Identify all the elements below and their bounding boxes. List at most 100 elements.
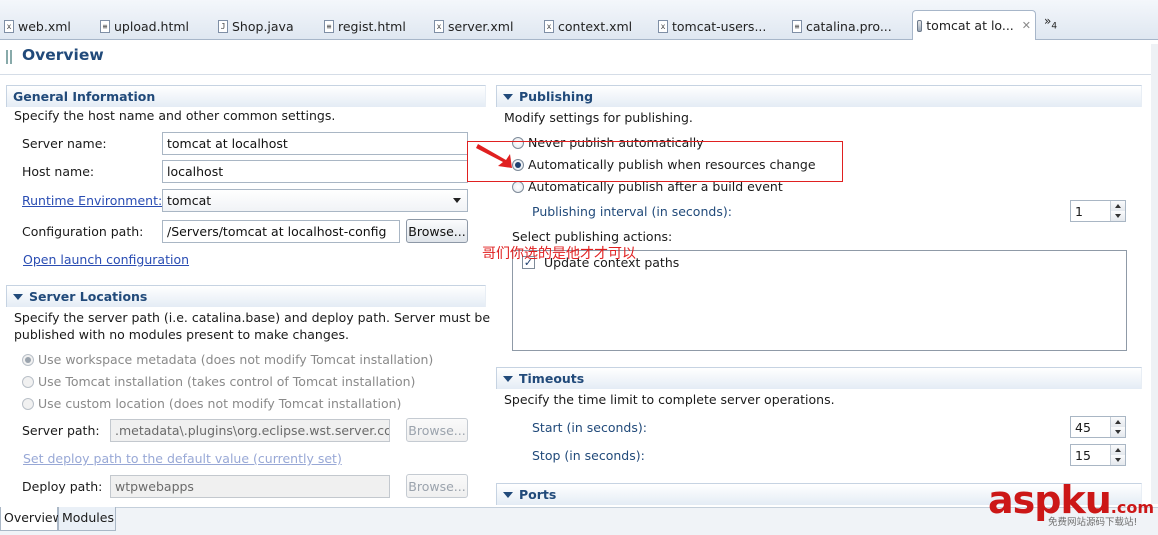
spinner-down-button[interactable] xyxy=(1111,427,1125,437)
section-title: Server Locations xyxy=(29,289,148,304)
tab-overflow-button[interactable]: »4 xyxy=(1044,14,1057,31)
deploy-path-label: Deploy path: xyxy=(22,479,103,494)
tab-label: tomcat at lo... xyxy=(926,18,1014,33)
annotation-highlight-box xyxy=(467,141,843,182)
html-file-icon: ≡ xyxy=(100,19,110,33)
server-path-browse-button[interactable]: Browse... xyxy=(406,418,468,442)
tab-regist-html[interactable]: ≡ regist.html xyxy=(320,12,410,40)
server-path-input[interactable]: .metadata\.plugins\org.eclipse.wst.serve… xyxy=(110,419,390,442)
timeouts-description: Specify the time limit to complete serve… xyxy=(504,392,835,407)
radio-workspace-metadata-label: Use workspace metadata (does not modify … xyxy=(38,352,434,367)
configuration-path-label: Configuration path: xyxy=(22,224,144,239)
tab-label: Shop.java xyxy=(232,18,294,34)
general-description: Specify the host name and other common s… xyxy=(14,108,336,123)
open-launch-configuration-link[interactable]: Open launch configuration xyxy=(23,252,189,267)
xml-file-icon: x xyxy=(658,19,668,33)
server-name-input[interactable]: tomcat at localhost xyxy=(162,132,468,155)
set-default-deploy-path-link[interactable]: Set deploy path to the default value (cu… xyxy=(23,451,342,466)
configuration-path-input[interactable]: /Servers/tomcat at localhost-config xyxy=(162,220,400,243)
start-timeout-label: Start (in seconds): xyxy=(532,420,647,435)
text-file-icon: ≡ xyxy=(792,19,802,33)
arrow-down-icon xyxy=(1115,458,1121,462)
host-name-label: Host name: xyxy=(22,164,95,179)
section-title: Publishing xyxy=(519,89,594,104)
deploy-path-input[interactable]: wtpwebapps xyxy=(110,475,390,498)
tab-label: catalina.pro... xyxy=(806,18,892,34)
spinner-down-button[interactable] xyxy=(1111,211,1125,221)
tab-tomcat-users[interactable]: x tomcat-users... xyxy=(654,12,770,40)
tab-label: server.xml xyxy=(448,18,514,34)
collapse-triangle-icon[interactable] xyxy=(503,375,513,382)
section-timeouts: Timeouts xyxy=(496,367,1142,389)
runtime-environment-select[interactable]: tomcat xyxy=(162,189,468,212)
publishing-interval-spinner[interactable]: 1 xyxy=(1070,200,1126,222)
spinner-down-button[interactable] xyxy=(1111,455,1125,465)
radio-custom-location-label: Use custom location (does not modify Tom… xyxy=(38,396,402,411)
tab-overview[interactable]: Overview xyxy=(0,507,63,531)
arrow-up-icon xyxy=(1115,448,1121,452)
xml-file-icon: x xyxy=(4,19,14,33)
radio-publish-after-build[interactable] xyxy=(512,181,524,193)
tab-label: web.xml xyxy=(18,18,71,34)
tab-context-xml[interactable]: x context.xml xyxy=(540,12,636,40)
spinner-up-button[interactable] xyxy=(1111,417,1125,427)
close-icon[interactable]: ✕ xyxy=(1022,19,1031,32)
tab-catalina-properties[interactable]: ≡ catalina.pro... xyxy=(788,12,896,40)
spinner-value: 45 xyxy=(1075,420,1091,435)
section-title: Timeouts xyxy=(519,371,585,386)
arrow-down-icon xyxy=(1115,214,1121,218)
server-icon xyxy=(917,19,923,32)
publishing-actions-label: Select publishing actions: xyxy=(512,229,673,244)
java-file-icon: J xyxy=(218,19,228,33)
deploy-path-browse-button[interactable]: Browse... xyxy=(406,474,468,498)
start-timeout-spinner[interactable]: 45 xyxy=(1070,416,1126,438)
runtime-environment-link[interactable]: Runtime Environment: xyxy=(22,193,162,208)
spinner-up-button[interactable] xyxy=(1111,445,1125,455)
section-publishing: Publishing xyxy=(496,85,1142,107)
server-name-label: Server name: xyxy=(22,136,107,151)
collapse-triangle-icon[interactable] xyxy=(503,93,513,100)
chevron-down-icon xyxy=(453,198,461,203)
html-file-icon: ≡ xyxy=(324,19,334,33)
spinner-value: 1 xyxy=(1075,204,1083,219)
publishing-description: Modify settings for publishing. xyxy=(504,110,693,125)
annotation-arrow-icon xyxy=(476,144,512,168)
radio-workspace-metadata[interactable] xyxy=(22,354,34,366)
collapse-triangle-icon[interactable] xyxy=(503,491,513,498)
radio-tomcat-installation[interactable] xyxy=(22,376,34,388)
publishing-interval-label: Publishing interval (in seconds): xyxy=(532,204,732,219)
header-divider xyxy=(0,74,1158,75)
tab-upload-html[interactable]: ≡ upload.html xyxy=(96,12,193,40)
server-path-label: Server path: xyxy=(22,423,100,438)
tab-modules[interactable]: Modules xyxy=(58,507,116,531)
editor-page-tabs xyxy=(0,507,1158,535)
vertical-scrollbar[interactable] xyxy=(1151,44,1158,504)
spinner-buttons xyxy=(1110,417,1125,437)
arrow-up-icon xyxy=(1115,420,1121,424)
host-name-input[interactable]: localhost xyxy=(162,160,468,183)
page-title: Overview xyxy=(22,46,104,64)
radio-custom-location[interactable] xyxy=(22,398,34,410)
tab-label: context.xml xyxy=(558,18,633,34)
grip-icon xyxy=(6,50,12,64)
overflow-count: 4 xyxy=(1051,21,1058,32)
xml-file-icon: x xyxy=(544,19,554,33)
configuration-browse-button[interactable]: Browse... xyxy=(406,219,468,243)
tab-web-xml[interactable]: x web.xml xyxy=(0,12,75,40)
stop-timeout-spinner[interactable]: 15 xyxy=(1070,444,1126,466)
annotation-text: 哥们你选的是他才才可以 xyxy=(482,246,636,262)
collapse-triangle-icon[interactable] xyxy=(13,293,23,300)
tab-label: regist.html xyxy=(338,18,406,34)
spinner-value: 15 xyxy=(1075,448,1091,463)
locations-description-line2: published with no modules present to mak… xyxy=(14,327,349,342)
tab-tomcat-at-localhost[interactable]: tomcat at lo... ✕ xyxy=(912,10,1036,40)
spinner-up-button[interactable] xyxy=(1111,201,1125,211)
tab-server-xml[interactable]: x server.xml xyxy=(430,12,517,40)
watermark: aspku.com 免费网站源码下载站! xyxy=(988,478,1154,528)
arrow-up-icon xyxy=(1115,204,1121,208)
tab-shop-java[interactable]: J Shop.java xyxy=(214,12,298,40)
xml-file-icon: x xyxy=(434,19,444,33)
radio-tomcat-installation-label: Use Tomcat installation (takes control o… xyxy=(38,374,416,389)
section-general-information: General Information xyxy=(6,85,486,107)
tab-label: upload.html xyxy=(114,18,190,34)
